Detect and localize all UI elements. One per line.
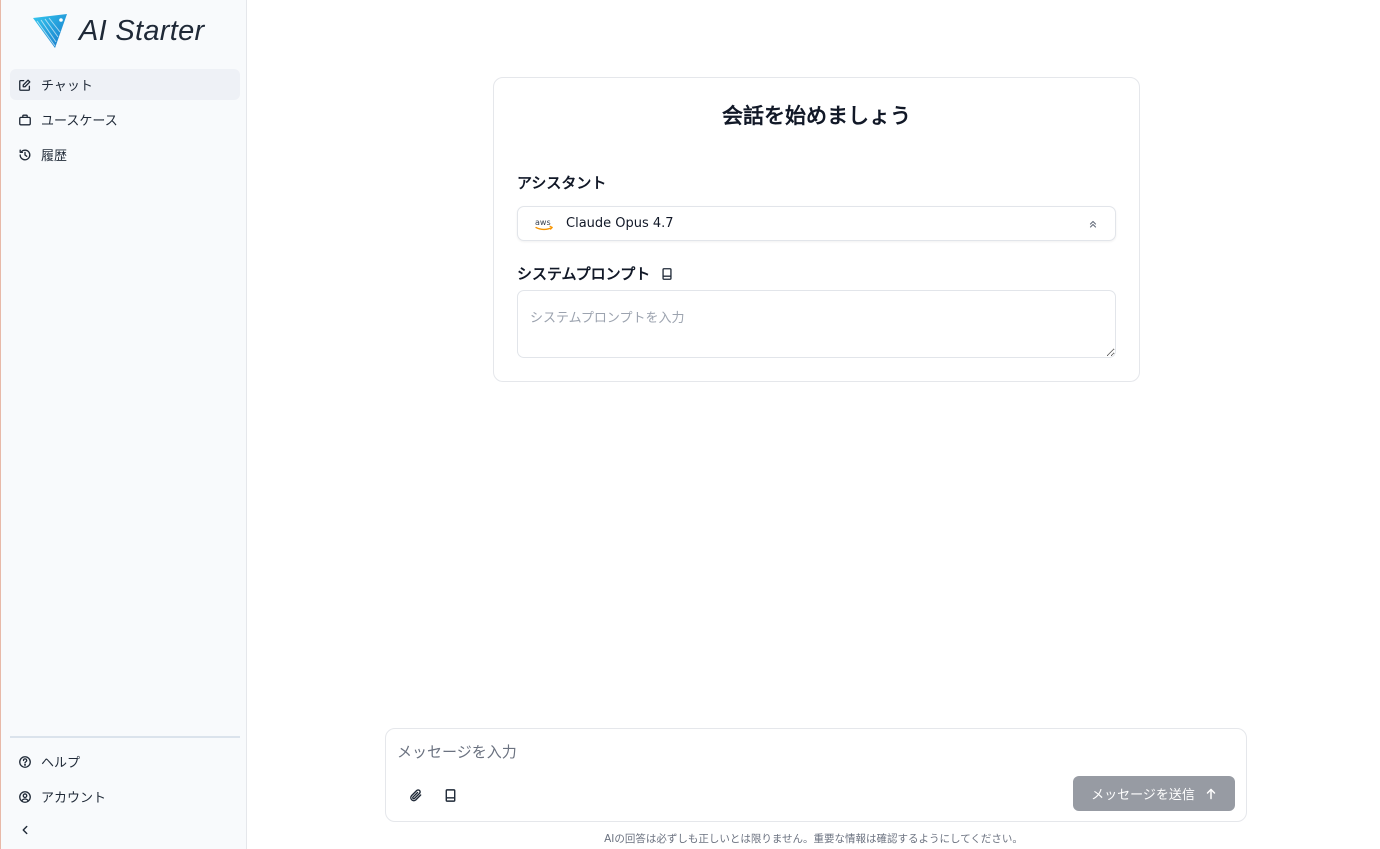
sidebar-item-label: ヘルプ: [41, 756, 81, 771]
logo-mark-icon: [33, 14, 67, 48]
svg-text:aws: aws: [535, 218, 551, 227]
page-title: 会話を始めましょう: [722, 104, 911, 128]
sidebar: AI Starter チャット ユースケース 履歴 ヘルプ アカウント: [0, 0, 247, 849]
chevron-left-icon: [22, 825, 28, 835]
attach-file-button[interactable]: [404, 784, 426, 806]
assistant-select[interactable]: aws Claude Opus 4.7: [517, 206, 1116, 241]
sidebar-collapse-button[interactable]: [10, 816, 240, 844]
system-prompt-input[interactable]: [517, 290, 1116, 358]
ai-disclaimer: AIの回答は必ずしも正しいとは限りません。重要な情報は確認するようにしてください…: [604, 833, 1023, 845]
message-input[interactable]: [397, 739, 1227, 765]
sidebar-item-label: アカウント: [41, 791, 107, 806]
assistant-select-value: Claude Opus 4.7: [566, 216, 674, 231]
system-prompt-label-text: システムプロンプト: [517, 265, 651, 283]
app-root: AI Starter チャット ユースケース 履歴 ヘルプ アカウント 会話を始…: [0, 0, 1380, 849]
help-circle-icon: [19, 755, 31, 768]
main-content: 会話を始めましょう アシスタント aws Claude Opus 4.7 システ…: [247, 0, 1380, 849]
sidebar-item-history[interactable]: 履歴: [10, 139, 240, 170]
user-circle-icon: [19, 790, 31, 803]
logo-text: AI Starter: [79, 14, 205, 47]
chevron-up-down-icon: [1089, 220, 1097, 228]
book-icon[interactable]: [660, 267, 674, 281]
sidebar-item-label: ユースケース: [41, 114, 118, 129]
edit-icon: [19, 79, 31, 91]
briefcase-icon: [19, 114, 31, 125]
message-composer: メッセージを送信: [385, 728, 1247, 822]
sidebar-item-usecases[interactable]: ユースケース: [10, 104, 240, 135]
aws-icon: aws: [535, 218, 553, 230]
send-message-button[interactable]: メッセージを送信: [1073, 776, 1235, 811]
sidebar-nav: チャット ユースケース 履歴: [10, 69, 240, 174]
sidebar-item-help[interactable]: ヘルプ: [10, 746, 240, 777]
system-prompt-label: システムプロンプト: [517, 263, 674, 284]
paperclip-icon: [409, 788, 421, 801]
app-logo[interactable]: AI Starter: [31, 12, 205, 50]
assistant-label: アシスタント: [517, 172, 606, 193]
book-icon: [445, 788, 455, 802]
sidebar-item-chat[interactable]: チャット: [10, 69, 240, 100]
sidebar-item-account[interactable]: アカウント: [10, 781, 240, 812]
prompt-library-button[interactable]: [439, 784, 461, 806]
chat-setup-card: 会話を始めましょう アシスタント aws Claude Opus 4.7 システ…: [493, 77, 1140, 382]
arrow-up-icon: [1206, 788, 1216, 799]
sidebar-item-label: チャット: [41, 79, 93, 94]
sidebar-item-label: 履歴: [41, 149, 68, 164]
history-icon: [19, 149, 31, 160]
assistant-label-text: アシスタント: [517, 174, 607, 192]
send-button-label: メッセージを送信: [1091, 788, 1195, 803]
sidebar-footer: ヘルプ アカウント: [10, 736, 240, 844]
